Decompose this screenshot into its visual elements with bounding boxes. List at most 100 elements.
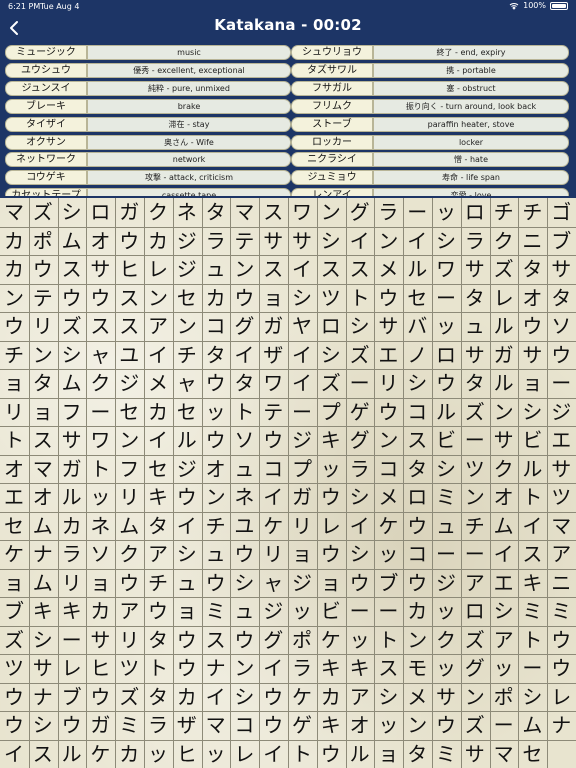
grid-cell[interactable]: ジ xyxy=(290,571,314,595)
grid-cell[interactable]: カ xyxy=(319,685,343,709)
grid-cell[interactable]: カ xyxy=(117,742,141,766)
grid-cell[interactable]: ス xyxy=(348,257,372,281)
grid-cell[interactable]: ウ xyxy=(232,628,256,652)
grid-cell[interactable]: ロ xyxy=(405,485,429,509)
grid-cell[interactable]: ム xyxy=(31,514,55,538)
grid-cell[interactable]: サ xyxy=(31,656,55,680)
grid-cell[interactable]: シ xyxy=(520,400,544,424)
grid-cell[interactable]: チ xyxy=(175,343,199,367)
grid-cell[interactable]: レ xyxy=(146,257,170,281)
grid-cell[interactable]: ニ xyxy=(520,229,544,253)
grid-cell[interactable]: リ xyxy=(31,314,55,338)
grid-cell[interactable]: ツ xyxy=(319,286,343,310)
grid-cell[interactable]: シ xyxy=(232,685,256,709)
grid-cell[interactable]: シ xyxy=(405,371,429,395)
grid-cell[interactable]: ウ xyxy=(88,286,112,310)
grid-cell[interactable]: ウ xyxy=(405,571,429,595)
grid-cell[interactable]: ン xyxy=(175,314,199,338)
grid-cell[interactable]: ヤ xyxy=(290,314,314,338)
grid-cell[interactable]: ガ xyxy=(88,713,112,737)
grid-cell[interactable]: ッ xyxy=(434,656,458,680)
grid-cell[interactable]: キ xyxy=(60,599,84,623)
grid-cell[interactable]: ン xyxy=(2,286,26,310)
grid-cell[interactable]: チ xyxy=(146,571,170,595)
grid-cell[interactable]: ク xyxy=(492,229,516,253)
grid-cell[interactable]: ト xyxy=(88,457,112,481)
grid-cell[interactable]: グ xyxy=(348,200,372,224)
grid-cell[interactable]: ス xyxy=(204,628,228,652)
grid-cell[interactable]: ウ xyxy=(31,257,55,281)
grid-cell[interactable]: レ xyxy=(549,685,573,709)
grid-cell[interactable]: ー xyxy=(549,371,573,395)
grid-cell[interactable]: セ xyxy=(117,400,141,424)
grid-cell[interactable]: イ xyxy=(348,514,372,538)
grid-cell[interactable]: ー xyxy=(492,713,516,737)
grid-cell[interactable]: キ xyxy=(319,656,343,680)
grid-cell[interactable]: セ xyxy=(2,514,26,538)
grid-cell[interactable]: ウ xyxy=(204,428,228,452)
grid-cell[interactable]: ン xyxy=(405,628,429,652)
grid-cell[interactable]: ッ xyxy=(204,742,228,766)
grid-cell[interactable]: ム xyxy=(60,229,84,253)
grid-cell[interactable]: ツ xyxy=(117,656,141,680)
grid-cell[interactable]: チ xyxy=(463,514,487,538)
grid-cell[interactable]: ウ xyxy=(261,685,285,709)
grid-cell[interactable]: ン xyxy=(463,685,487,709)
grid-cell[interactable]: エ xyxy=(2,485,26,509)
grid-cell[interactable]: ナ xyxy=(204,656,228,680)
grid-cell[interactable]: ア xyxy=(348,685,372,709)
grid-cell[interactable]: キ xyxy=(146,485,170,509)
grid-cell[interactable]: ョ xyxy=(290,542,314,566)
grid-cell[interactable]: ュ xyxy=(232,457,256,481)
grid-cell[interactable]: ク xyxy=(434,628,458,652)
grid-cell[interactable]: ビ xyxy=(319,599,343,623)
grid-cell[interactable]: ポ xyxy=(290,628,314,652)
grid-cell[interactable]: ユ xyxy=(117,343,141,367)
grid-cell[interactable]: ー xyxy=(434,286,458,310)
grid-cell[interactable]: ラ xyxy=(204,229,228,253)
grid-cell[interactable]: コ xyxy=(376,457,400,481)
grid-cell[interactable]: ム xyxy=(492,514,516,538)
grid-cell[interactable]: シ xyxy=(290,286,314,310)
grid-cell[interactable]: シ xyxy=(348,314,372,338)
grid-cell[interactable]: ズ xyxy=(60,314,84,338)
grid-cell[interactable]: ジ xyxy=(261,599,285,623)
grid-cell[interactable]: グ xyxy=(463,656,487,680)
grid-cell[interactable]: リ xyxy=(376,371,400,395)
grid-cell[interactable]: ウ xyxy=(88,685,112,709)
grid-cell[interactable]: ケ xyxy=(376,514,400,538)
grid-cell[interactable]: ウ xyxy=(175,628,199,652)
grid-cell[interactable]: イ xyxy=(492,542,516,566)
grid-cell[interactable]: ス xyxy=(117,314,141,338)
grid-cell[interactable]: ョ xyxy=(319,571,343,595)
grid-cell[interactable]: ケ xyxy=(2,542,26,566)
grid-cell[interactable]: ス xyxy=(88,314,112,338)
grid-cell[interactable]: シ xyxy=(319,343,343,367)
grid-cell[interactable]: ー xyxy=(434,542,458,566)
grid-cell[interactable]: タ xyxy=(146,514,170,538)
grid-cell[interactable]: タ xyxy=(31,371,55,395)
grid-cell[interactable]: サ xyxy=(376,314,400,338)
grid-cell[interactable]: ョ xyxy=(2,371,26,395)
grid-cell[interactable]: チ xyxy=(492,200,516,224)
grid-cell[interactable]: ラ xyxy=(60,542,84,566)
grid-cell[interactable]: ン xyxy=(405,713,429,737)
grid-cell[interactable]: ケ xyxy=(88,742,112,766)
grid-cell[interactable]: イ xyxy=(261,742,285,766)
grid-cell[interactable]: カ xyxy=(2,229,26,253)
grid-cell[interactable]: ネ xyxy=(88,514,112,538)
grid-cell[interactable]: ウ xyxy=(117,571,141,595)
grid-cell[interactable]: ュ xyxy=(204,257,228,281)
grid-cell[interactable]: チ xyxy=(520,200,544,224)
grid-cell[interactable]: ナ xyxy=(549,713,573,737)
grid-cell[interactable]: ー xyxy=(376,599,400,623)
grid-cell[interactable]: ョ xyxy=(2,571,26,595)
grid-cell[interactable]: ウ xyxy=(232,286,256,310)
grid-cell[interactable]: ン xyxy=(232,656,256,680)
grid-cell[interactable]: ネ xyxy=(232,485,256,509)
grid-cell[interactable]: ズ xyxy=(31,200,55,224)
grid-cell[interactable]: イ xyxy=(146,428,170,452)
grid-cell[interactable]: マ xyxy=(204,713,228,737)
grid-cell[interactable]: オ xyxy=(204,457,228,481)
grid-cell[interactable]: シ xyxy=(60,200,84,224)
